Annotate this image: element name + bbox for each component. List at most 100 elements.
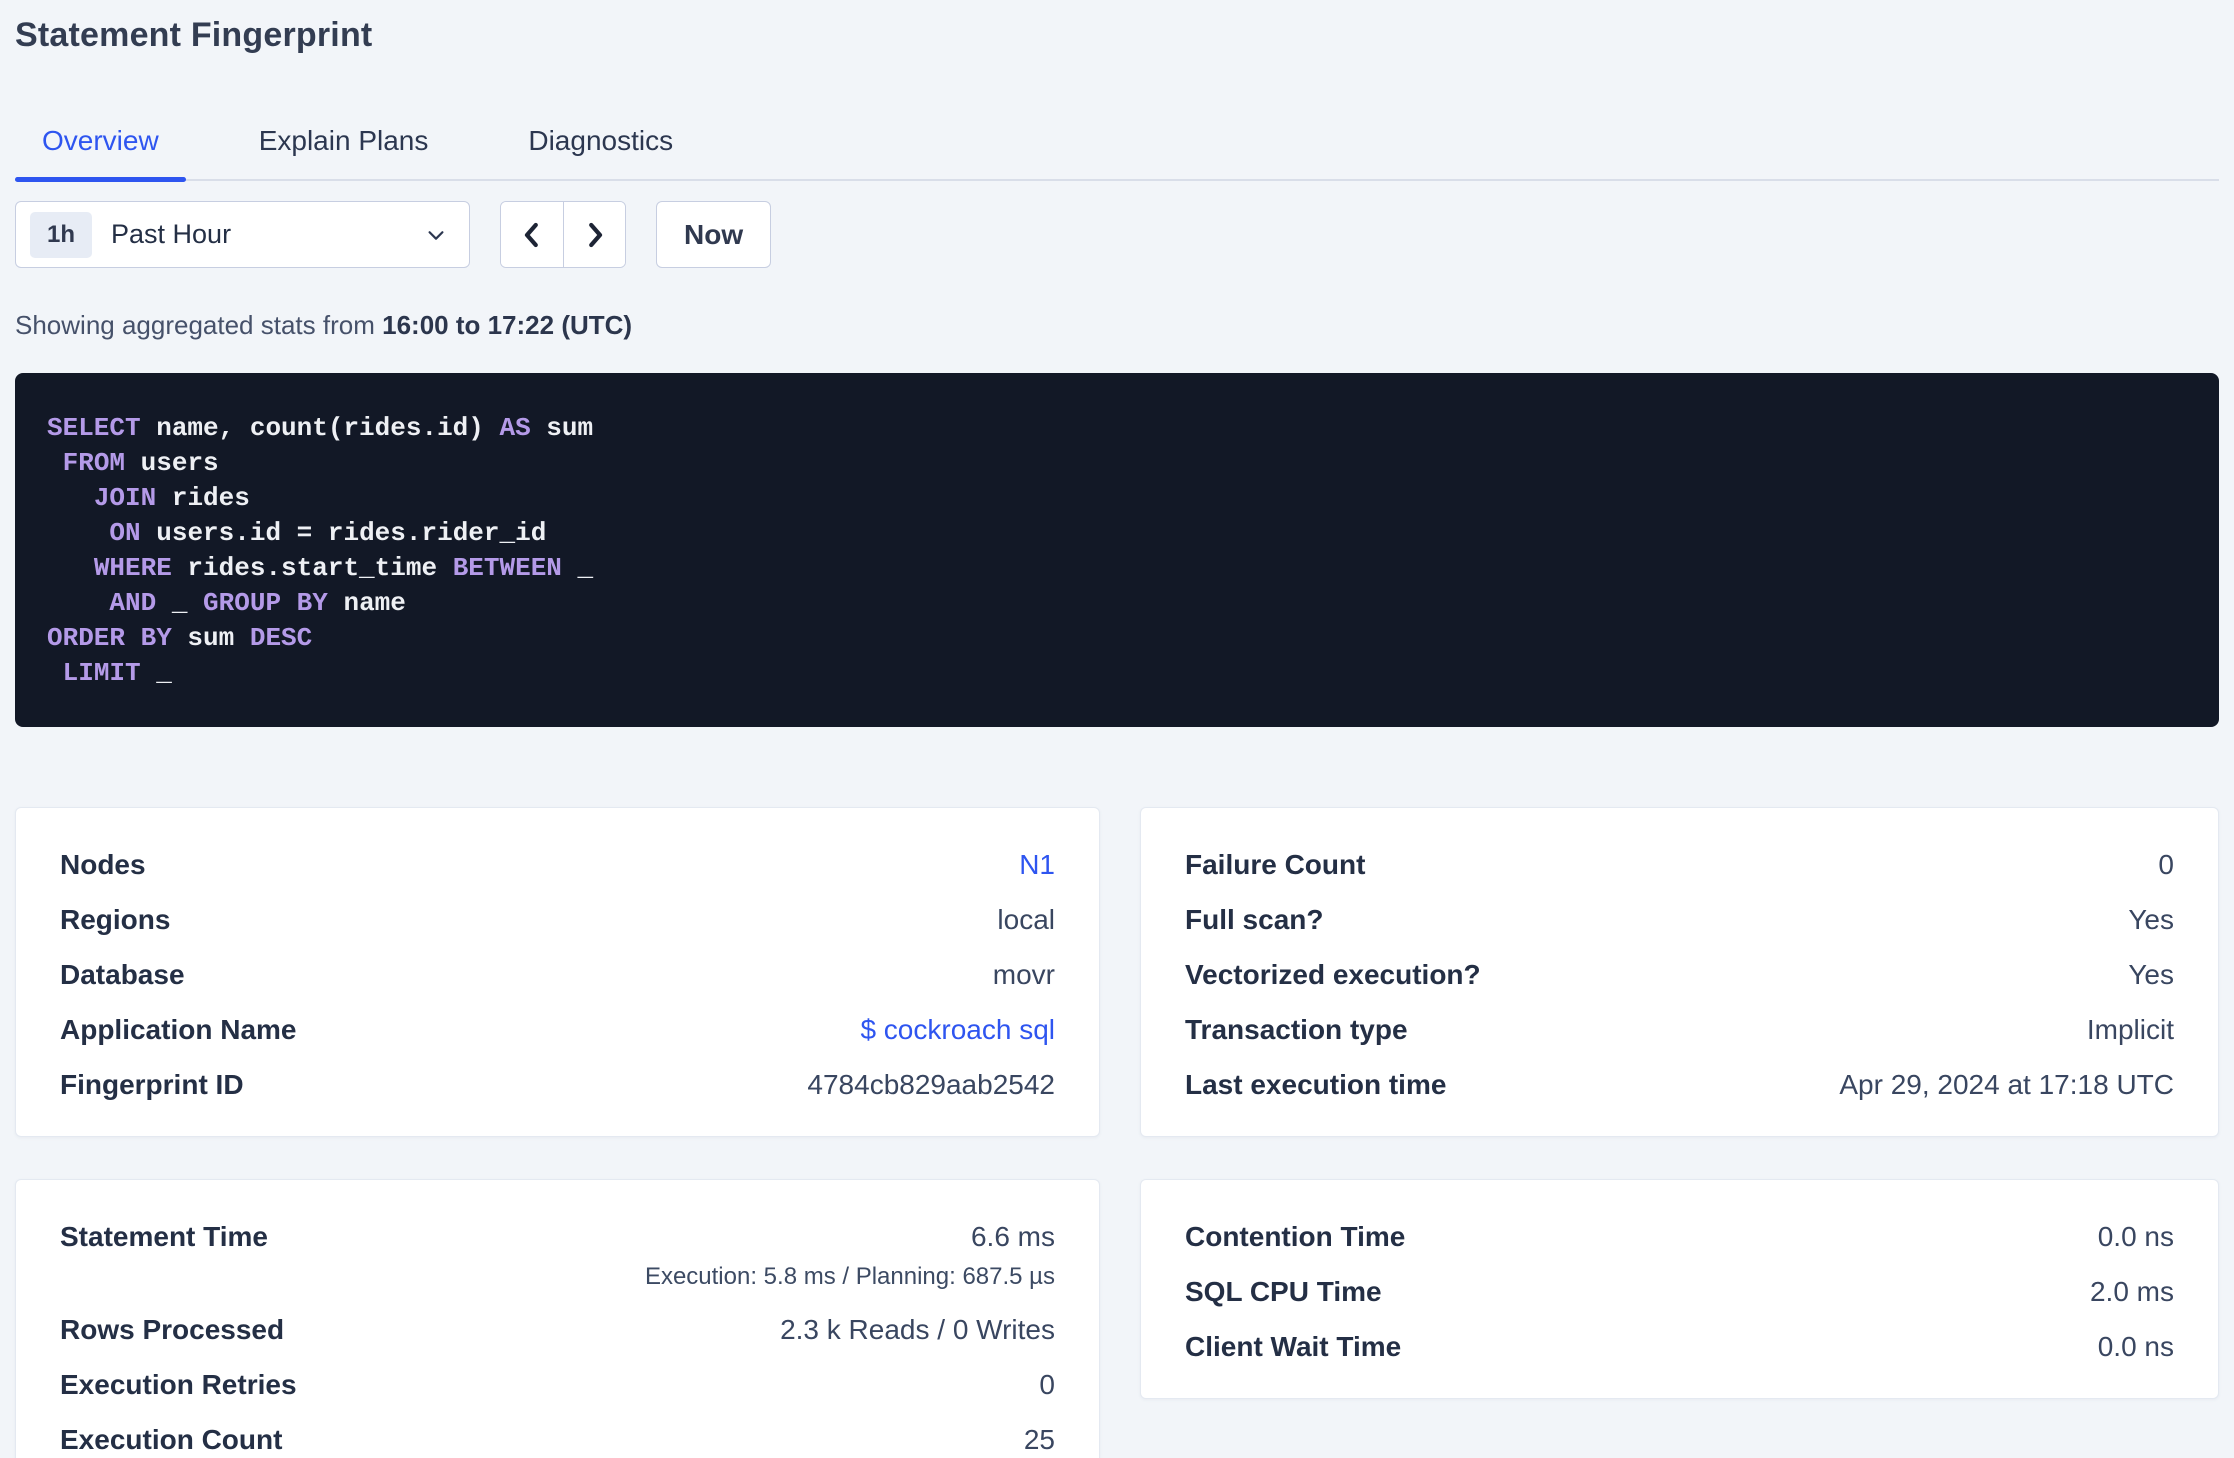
sql-text: users.id = rides.rider_id <box>140 518 547 548</box>
caption-prefix: Showing aggregated stats from <box>15 310 383 340</box>
caption-time-range: 16:00 to 17:22 (UTC) <box>382 310 633 340</box>
stat-row: Fingerprint ID 4784cb829aab2542 <box>60 1068 1055 1102</box>
stat-value: 2.0 ms <box>2089 1276 2174 1307</box>
stat-value: local <box>997 904 1055 935</box>
statement-fingerprint-page: Statement Fingerprint Overview Explain P… <box>0 0 2234 1458</box>
stat-label: Regions <box>60 904 171 935</box>
page-title: Statement Fingerprint <box>15 16 373 54</box>
stat-value-wrap: 4784cb829aab2542 <box>807 1068 1055 1102</box>
sql-text: name, count(rides.id) <box>140 413 500 443</box>
stat-label: Nodes <box>60 849 146 880</box>
tab-explain-plans[interactable]: Explain Plans <box>232 107 456 179</box>
sql-text: sum <box>530 413 594 443</box>
stat-label: Statement Time <box>60 1221 268 1252</box>
sql-keyword: GROUP BY <box>203 588 328 618</box>
stat-value-wrap: 0.0 ns <box>2098 1220 2174 1254</box>
stat-label: Execution Retries <box>60 1369 297 1400</box>
stat-value: Implicit <box>2086 1014 2174 1045</box>
stat-label: Client Wait Time <box>1185 1331 1402 1362</box>
sql-line: ON users.id = rides.rider_id <box>47 516 2187 551</box>
details-cards-row: Nodes N1 Regions local Database movr Applicati… <box>15 807 2219 1137</box>
stat-row: Application Name $ cockroach sql <box>60 1013 1055 1047</box>
sql-line: JOIN rides <box>47 481 2187 516</box>
stat-row: Execution Retries 0 <box>60 1368 1055 1402</box>
sql-text: rides <box>156 483 250 513</box>
stat-value: 4784cb829aab2542 <box>807 1069 1055 1100</box>
stat-label: Contention Time <box>1185 1221 1406 1252</box>
stat-value-wrap: 0 <box>2158 848 2174 882</box>
stat-value-wrap: 0 <box>1039 1368 1055 1402</box>
sql-line: SELECT name, count(rides.id) AS sum <box>47 411 2187 446</box>
sql-keyword: ON <box>109 518 141 548</box>
sql-keyword: SELECT <box>47 413 141 443</box>
stat-value: 0.0 ns <box>2097 1331 2174 1362</box>
execution-attributes-card: Failure Count 0 Full scan? Yes Vectorized ex… <box>1140 807 2219 1137</box>
stat-value: 6.6 ms <box>970 1221 1055 1252</box>
stat-value: 2.3 k Reads / 0 Writes <box>780 1314 1055 1345</box>
stat-value-wrap: Apr 29, 2024 at 17:18 UTC <box>1839 1068 2174 1102</box>
sql-keyword: BETWEEN <box>452 553 562 583</box>
stat-value-link[interactable]: N1 <box>1019 848 1055 882</box>
now-button[interactable]: Now <box>656 201 772 268</box>
sql-text: _ <box>561 553 594 583</box>
sql-text: _ <box>156 588 204 618</box>
statement-details-card: Nodes N1 Regions local Database movr Applicati… <box>15 807 1100 1137</box>
stat-row: Execution Count 25 <box>60 1423 1055 1457</box>
stat-row: Vectorized execution? Yes <box>1185 958 2174 992</box>
stat-value: movr <box>992 959 1055 990</box>
tab-overview[interactable]: Overview <box>15 107 186 182</box>
stat-row: Database movr <box>60 958 1055 992</box>
chevron-right-icon <box>588 222 602 247</box>
stat-row: Regions local <box>60 903 1055 937</box>
stat-label: Last execution time <box>1185 1069 1447 1100</box>
stat-value: 25 <box>1023 1424 1055 1455</box>
sql-text: name <box>327 588 406 618</box>
stat-row: Contention Time 0.0 ns <box>1185 1220 2174 1254</box>
previous-time-button[interactable] <box>501 202 563 267</box>
stat-value: Apr 29, 2024 at 17:18 UTC <box>1839 1069 2174 1100</box>
sql-line: FROM users <box>47 446 2187 481</box>
stat-row: Client Wait Time 0.0 ns <box>1185 1330 2174 1364</box>
time-range-dropdown[interactable]: 1h Past Hour <box>15 201 470 268</box>
aggregated-stats-caption: Showing aggregated stats from 16:00 to 1… <box>15 310 2219 341</box>
sql-line: ORDER BY sum DESC <box>47 621 2187 656</box>
stat-label: Database <box>60 959 185 990</box>
stat-value-wrap: 2.0 ms <box>2090 1275 2174 1309</box>
stat-value: Yes <box>2128 959 2174 990</box>
stat-label: Fingerprint ID <box>60 1069 244 1100</box>
tab-bar: Overview Explain Plans Diagnostics <box>15 107 2219 182</box>
statement-timing-card: Statement Time 6.6 ms Execution: 5.8 ms / … <box>15 1179 1100 1458</box>
sql-keyword: JOIN <box>93 483 157 513</box>
sql-statement-box: SELECT name, count(rides.id) AS sum FROM… <box>15 373 2219 727</box>
stat-row: Full scan? Yes <box>1185 903 2174 937</box>
chevron-left-icon <box>524 222 538 247</box>
next-time-button[interactable] <box>563 202 625 267</box>
sql-keyword: LIMIT <box>62 658 141 688</box>
wait-time-card: Contention Time 0.0 ns SQL CPU Time 2.0 ms C… <box>1140 1179 2219 1399</box>
sql-keyword: ORDER BY <box>47 623 172 653</box>
sql-line: LIMIT _ <box>47 656 2187 691</box>
stat-row: Last execution time Apr 29, 2024 at 17:18… <box>1185 1068 2174 1102</box>
stat-row: Transaction type Implicit <box>1185 1013 2174 1047</box>
stat-label: Failure Count <box>1185 849 1366 880</box>
interval-badge: 1h <box>30 211 93 258</box>
sql-keyword: WHERE <box>93 553 172 583</box>
tab-diagnostics[interactable]: Diagnostics <box>501 107 700 179</box>
stat-value: 0 <box>1039 1369 1055 1400</box>
stat-label: Rows Processed <box>60 1314 285 1345</box>
sql-text: _ <box>140 658 172 688</box>
sql-keyword: AND <box>109 588 157 618</box>
stat-value-wrap: Implicit <box>2087 1013 2174 1047</box>
stat-label: Full scan? <box>1185 904 1324 935</box>
stat-value-link[interactable]: $ cockroach sql <box>860 1013 1055 1047</box>
timing-cards-row: Statement Time 6.6 ms Execution: 5.8 ms / … <box>15 1179 2219 1458</box>
stat-label: Vectorized execution? <box>1185 959 1481 990</box>
stat-value-wrap: 6.6 ms Execution: 5.8 ms / Planning: 687.… <box>645 1220 1055 1292</box>
stat-label: Application Name <box>60 1014 297 1045</box>
stat-value-wrap: local <box>997 903 1055 937</box>
time-step-button-group <box>500 201 626 268</box>
